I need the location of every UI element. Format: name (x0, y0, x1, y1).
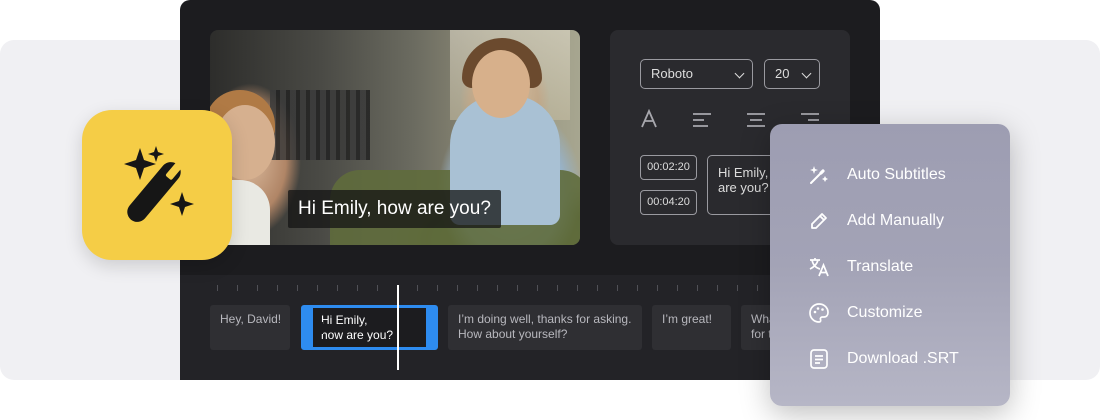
palette-icon (808, 302, 830, 324)
ruler-tick (677, 285, 678, 291)
timeline-clip-selected[interactable]: Hi Emily, how are you? (301, 305, 438, 350)
subtitle-time-start[interactable]: 00:02:20 (640, 155, 697, 180)
ruler-tick (237, 285, 238, 291)
video-caption: Hi Emily, how are you? (288, 190, 501, 228)
pencil-icon (808, 210, 830, 232)
magic-wand-icon (124, 146, 194, 222)
ruler-tick (637, 285, 638, 291)
clip-text-line-2: How about yourself? (458, 327, 568, 341)
ruler-tick (657, 285, 658, 291)
timeline-clip[interactable]: I’m doing well, thanks for asking. How a… (448, 305, 642, 350)
ruler-tick (497, 285, 498, 291)
ruler-tick (717, 285, 718, 291)
ruler-tick (557, 285, 558, 291)
subtitle-time-next[interactable]: 00:04:20 (640, 190, 697, 215)
timeline-clip[interactable]: I’m great! (652, 305, 731, 350)
radiator (270, 90, 370, 160)
menu-item-download-srt[interactable]: Download .SRT (770, 336, 1010, 382)
font-size-value: 20 (775, 66, 790, 81)
clip-text-line-1: I’m great! (662, 312, 713, 326)
font-family-value: Roboto (651, 66, 693, 81)
ruler-tick (277, 285, 278, 291)
ruler-tick (697, 285, 698, 291)
ruler-tick (437, 285, 438, 291)
magic-wand-tile (82, 110, 232, 260)
magic-wand-icon (808, 164, 830, 186)
ruler-tick (377, 285, 378, 291)
video-preview[interactable]: Hi Emily, how are you? (210, 30, 580, 245)
ruler-tick (517, 285, 518, 291)
menu-item-translate[interactable]: Translate (770, 244, 1010, 290)
ruler-tick (537, 285, 538, 291)
ruler-tick (477, 285, 478, 291)
translate-icon (808, 256, 830, 278)
menu-item-label: Translate (847, 258, 914, 275)
menu-item-label: Customize (847, 304, 923, 321)
chevron-down-icon (734, 68, 745, 79)
menu-item-label: Add Manually (847, 212, 944, 229)
ruler-tick (217, 285, 218, 291)
ruler-tick (317, 285, 318, 291)
align-left-icon[interactable] (692, 112, 712, 133)
ruler-tick (617, 285, 618, 291)
menu-item-add-manually[interactable]: Add Manually (770, 198, 1010, 244)
ruler-tick (757, 285, 758, 291)
subtitle-features-menu: Auto Subtitles Add Manually Translate Cu… (770, 124, 1010, 406)
ruler-tick (417, 285, 418, 291)
ruler-tick (337, 285, 338, 291)
timeline-playhead[interactable] (397, 285, 399, 370)
menu-item-label: Auto Subtitles (847, 166, 946, 183)
ruler-tick (357, 285, 358, 291)
clip-text-line-1: Hey, David! (220, 312, 282, 326)
menu-item-auto-subtitles[interactable]: Auto Subtitles (770, 152, 1010, 198)
clip-text-line-1: I’m doing well, thanks for asking. (458, 312, 632, 326)
person-right-head (472, 50, 530, 118)
menu-item-customize[interactable]: Customize (770, 290, 1010, 336)
ruler-tick (457, 285, 458, 291)
menu-item-label: Download .SRT (847, 350, 959, 367)
font-size-select[interactable]: 20 (764, 59, 820, 89)
font-family-select[interactable]: Roboto (640, 59, 753, 89)
document-icon (808, 348, 830, 370)
ruler-tick (737, 285, 738, 291)
ruler-tick (597, 285, 598, 291)
align-center-icon[interactable] (746, 112, 766, 133)
text-color-icon[interactable] (640, 108, 658, 134)
clip-text-line-1: Hi Emily, (321, 313, 368, 327)
timeline-clip[interactable]: Hey, David! (210, 305, 290, 350)
ruler-tick (257, 285, 258, 291)
ruler-tick (297, 285, 298, 291)
chevron-down-icon (801, 68, 812, 79)
clip-text-line-2: how are you? (321, 328, 394, 342)
ruler-tick (577, 285, 578, 291)
